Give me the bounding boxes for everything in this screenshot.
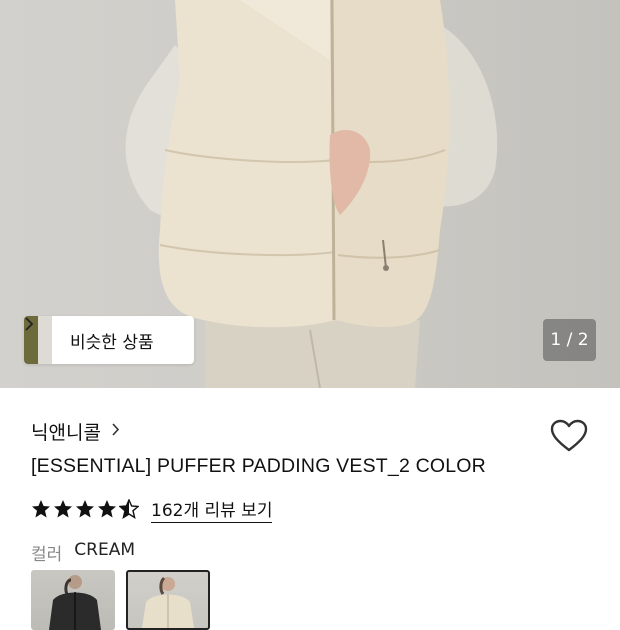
color-label: 컬러 [31,545,63,565]
heart-outline-icon [550,419,588,452]
star-rating [31,499,141,519]
star-icon [76,500,94,518]
similar-products-label: 비슷한 상품 [70,332,154,353]
brand-link[interactable]: 닉앤니콜 [31,418,120,445]
brand-name: 닉앤니콜 [31,422,101,444]
chevron-right-icon [111,422,120,441]
product-image[interactable]: 비슷한 상품 1 / 2 [0,0,620,388]
review-link[interactable]: 162개 리뷰 보기 [151,496,273,523]
product-title: [ESSENTIAL] PUFFER PADDING VEST_2 COLOR [31,455,486,477]
color-swatch-black[interactable] [31,570,115,630]
color-option: 컬러 CREAM [31,540,135,565]
star-icon [54,500,72,518]
color-swatch-cream[interactable] [126,570,210,630]
half-star-icon [119,499,139,519]
rating-row: 162개 리뷰 보기 [31,495,273,523]
star-icon [32,500,50,518]
image-counter: 1 / 2 [543,319,596,361]
swatch-photo [49,575,101,630]
star-icon [98,500,116,518]
wishlist-button[interactable] [549,418,589,454]
selected-color: CREAM [74,540,136,560]
similar-products-button[interactable]: 비슷한 상품 [24,316,194,364]
